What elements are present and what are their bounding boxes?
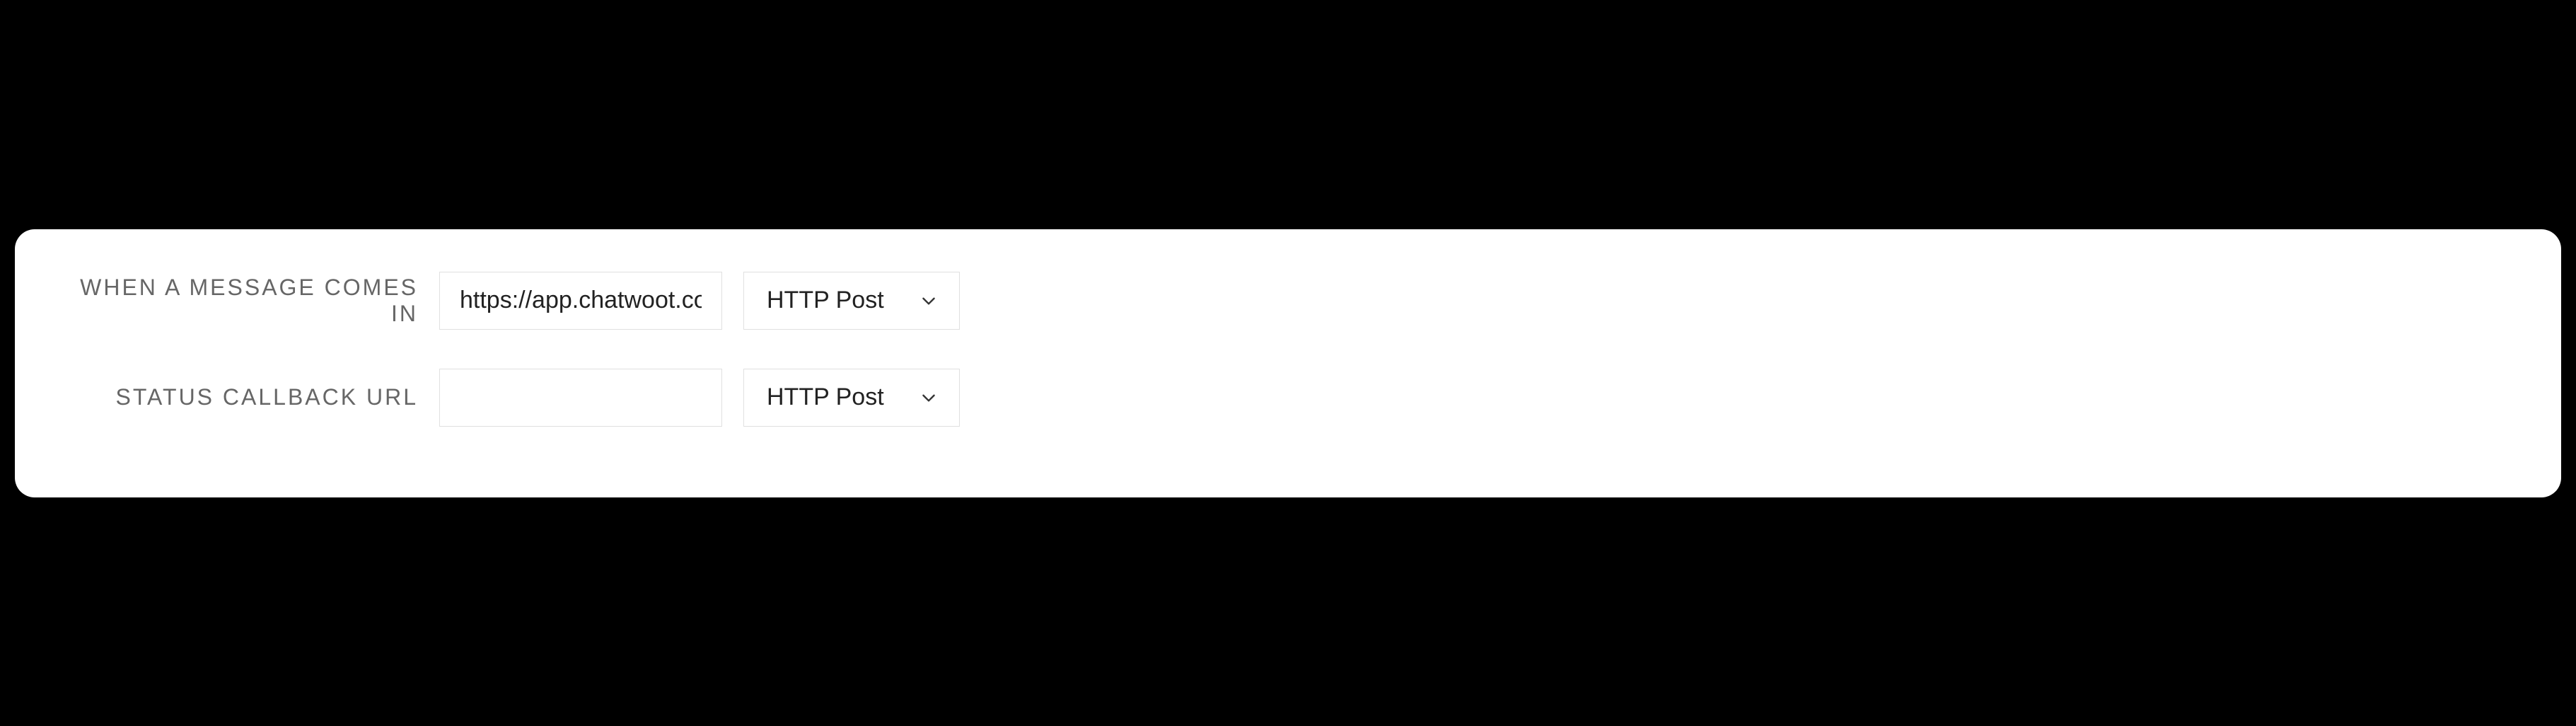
- select-status-callback-method[interactable]: HTTP Post: [743, 369, 960, 427]
- select-status-callback-method-value: HTTP Post: [767, 384, 905, 411]
- input-status-callback-url[interactable]: [439, 369, 722, 427]
- chevron-down-icon: [919, 292, 938, 310]
- webhook-config-card: WHEN A MESSAGE COMES IN HTTP Post STATUS…: [15, 229, 2561, 497]
- chevron-down-icon: [919, 388, 938, 407]
- select-message-method[interactable]: HTTP Post: [743, 272, 960, 330]
- row-message-comes-in: WHEN A MESSAGE COMES IN HTTP Post: [71, 272, 2505, 330]
- label-message-comes-in: WHEN A MESSAGE COMES IN: [71, 275, 418, 327]
- label-status-callback: STATUS CALLBACK URL: [71, 384, 418, 410]
- row-status-callback: STATUS CALLBACK URL HTTP Post: [71, 369, 2505, 427]
- input-message-url[interactable]: [439, 272, 722, 330]
- select-message-method-value: HTTP Post: [767, 287, 905, 314]
